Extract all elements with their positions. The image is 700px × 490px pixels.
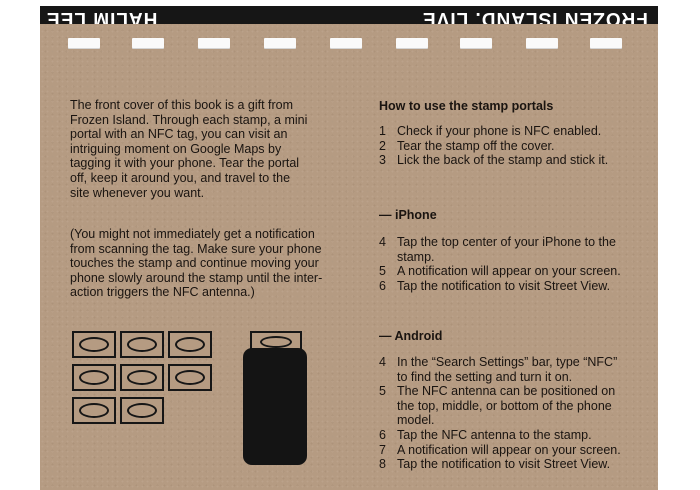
step-text: Tap the notification to visit Street Vie…: [397, 278, 611, 293]
step-text: the top, middle, or bottom of the phone: [397, 398, 612, 413]
stamp-icon: [120, 331, 164, 358]
step-number: 4: [379, 235, 386, 249]
step-number: 6: [379, 427, 386, 442]
binding-hole: [330, 38, 362, 49]
stamp-sheet-illustration: [72, 331, 216, 426]
binding-hole: [460, 38, 492, 49]
step-number: 6: [379, 278, 386, 293]
binding-hole: [198, 38, 230, 49]
step-text: Tap the notification to visit Street Vie…: [397, 457, 611, 472]
binding-holes: [40, 38, 658, 52]
iphone-heading: — iPhone: [379, 208, 437, 222]
step-text: The NFC antenna can be positioned on: [397, 384, 616, 399]
stamp-icon: [72, 364, 116, 391]
step-item: 4 In the “Search Settings” bar, type “NFC…: [379, 355, 649, 384]
step-item: 2 Tear the stamp off the cover.: [379, 139, 649, 154]
intro-line: The front cover of this book is a gift f…: [70, 98, 294, 112]
note-line: phone slowly around the stamp until the …: [70, 270, 323, 285]
binding-hole: [590, 38, 622, 49]
step-number: 7: [379, 442, 386, 457]
note-line: touches the stamp and continue moving yo…: [70, 256, 319, 271]
step-item: 4 Tap the top center of your iPhone to th…: [379, 235, 649, 264]
intro-line: intriguing moment on Google Maps by: [70, 141, 282, 156]
step-item: 3 Lick the back of the stamp and stick it…: [379, 153, 649, 168]
binding-hole: [526, 38, 558, 49]
step-text: stamp.: [397, 249, 435, 264]
stamp-icon: [120, 397, 164, 424]
android-heading: — Android: [379, 329, 443, 343]
step-item: 6 Tap the NFC antenna to the stamp.: [379, 428, 649, 443]
note-paragraph: (You might not immediately get a notific…: [70, 227, 370, 300]
intro-line: off, keep it around you, and travel to t…: [70, 170, 291, 185]
intro-line: Frozen Island. Through each stamp, a min…: [70, 112, 308, 127]
binding-hole: [396, 38, 428, 49]
step-number: 1: [379, 124, 386, 138]
step-text: A notification will appear on your scree…: [397, 442, 621, 457]
step-text: Lick the back of the stamp and stick it.: [397, 153, 609, 168]
step-number: 8: [379, 457, 386, 472]
stamp-icon: [72, 331, 116, 358]
howto-heading: How to use the stamp portals: [379, 99, 554, 113]
stamp-icon: [120, 364, 164, 391]
step-item: 5 A notification will appear on your scre…: [379, 264, 649, 279]
phone-icon: [243, 348, 307, 465]
iphone-steps: 4 Tap the top center of your iPhone to th…: [379, 235, 649, 293]
note-line: from scanning the tag. Make sure your ph…: [70, 241, 322, 256]
binding-hole: [68, 38, 100, 49]
step-text: Check if your phone is NFC enabled.: [397, 124, 602, 138]
step-text: to find the setting and turn it on.: [397, 369, 573, 384]
android-steps: 4 In the “Search Settings” bar, type “NFC…: [379, 355, 649, 472]
stamp-icon: [168, 331, 212, 358]
step-item: 7 A notification will appear on your scre…: [379, 443, 649, 458]
step-text: A notification will appear on your scree…: [397, 264, 621, 279]
step-number: 5: [379, 264, 386, 279]
stamp-icon: [168, 364, 212, 391]
intro-line: tagging it with your phone. Tear the por…: [70, 156, 300, 171]
howto-steps: 1 Check if your phone is NFC enabled. 2 Te…: [379, 124, 649, 168]
intro-paragraph: The front cover of this book is a gift f…: [70, 98, 360, 200]
intro-line: site whenever you want.: [70, 185, 205, 200]
step-number: 2: [379, 138, 386, 153]
step-text: In the “Search Settings” bar, type “NFC”: [397, 355, 618, 369]
step-item: 6 Tap the notification to visit Street Vi…: [379, 279, 649, 294]
step-number: 3: [379, 153, 386, 168]
step-text: Tap the top center of your iPhone to the: [397, 235, 616, 249]
binding-hole: [132, 38, 164, 49]
step-number: 5: [379, 384, 386, 399]
step-item: 8 Tap the notification to visit Street Vi…: [379, 457, 649, 472]
binding-hole: [264, 38, 296, 49]
step-item: 1 Check if your phone is NFC enabled.: [379, 124, 649, 139]
step-item: 5 The NFC antenna can be positioned on the…: [379, 384, 649, 428]
step-text: Tap the NFC antenna to the stamp.: [397, 427, 592, 442]
stamp-icon: [72, 397, 116, 424]
note-line: (You might not immediately get a notific…: [70, 227, 315, 241]
step-text: Tear the stamp off the cover.: [397, 138, 555, 153]
note-line: action triggers the NFC antenna.): [70, 285, 255, 300]
intro-line: portal with an NFC tag, you can visit an: [70, 127, 288, 142]
step-text: model.: [397, 413, 435, 428]
step-number: 4: [379, 355, 386, 369]
